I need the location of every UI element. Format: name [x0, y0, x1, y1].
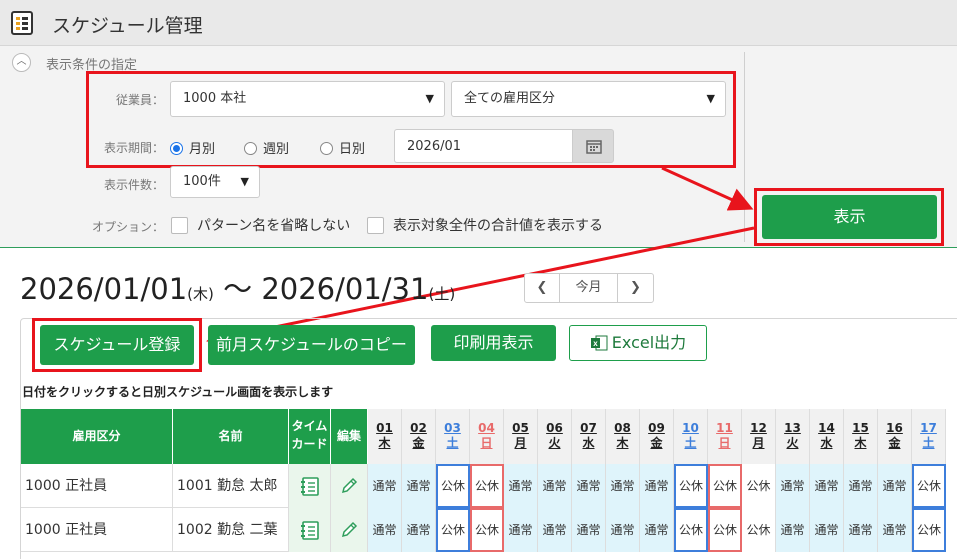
excel-icon: x — [590, 335, 608, 351]
range-start: 2026/01/01 — [20, 272, 188, 306]
schedule-cell[interactable]: 通常 — [878, 464, 912, 508]
table-row: 1000 正社員 1002 勤怠 二葉 通常 通常 公休 公休 通常 通常 通常 通常 通常 公休 公休… — [21, 508, 946, 552]
schedule-cell[interactable]: 公休 — [436, 508, 470, 552]
schedule-cell[interactable]: 公休 — [674, 508, 708, 552]
header-edit: 編集 — [331, 409, 368, 464]
schedule-cell[interactable]: 通常 — [776, 464, 810, 508]
schedule-cell[interactable]: 通常 — [640, 464, 674, 508]
schedule-cell[interactable]: 公休 — [912, 464, 946, 508]
next-month-chevron-right-icon[interactable]: ❯ — [617, 273, 654, 303]
table-hint: 日付をクリックすると日別スケジュール画面を表示します — [22, 385, 334, 399]
schedule-cell[interactable]: 通常 — [504, 464, 538, 508]
header-name: 名前 — [173, 409, 289, 464]
table-row: 1000 正社員 1001 勤怠 太郎 通常 通常 公休 公休 通常 通常 通常 通常 通常 公休 公休… — [21, 464, 946, 508]
date-header-11[interactable]: 11 日 — [708, 409, 742, 464]
schedule-cell[interactable]: 通常 — [606, 508, 640, 552]
excel-export-label: Excel出力 — [611, 333, 687, 352]
current-month-button[interactable]: 今月 — [559, 273, 618, 303]
date-range-heading: 2026/01/01(木) ～ 2026/01/31(土) — [20, 266, 455, 308]
employee-name-cell: 1002 勤怠 二葉 — [173, 508, 289, 552]
copy-previous-month-button[interactable]: 前月スケジュールのコピー — [208, 325, 415, 365]
date-header-16[interactable]: 16 金 — [878, 409, 912, 464]
schedule-cell[interactable]: 通常 — [572, 508, 606, 552]
schedule-cell[interactable]: 通常 — [606, 464, 640, 508]
edit-pencil-icon[interactable] — [331, 508, 368, 552]
print-view-button[interactable]: 印刷用表示 — [431, 325, 556, 361]
date-header-14[interactable]: 14 水 — [810, 409, 844, 464]
date-header-15[interactable]: 15 木 — [844, 409, 878, 464]
date-header-17[interactable]: 17 土 — [912, 409, 946, 464]
schedule-cell[interactable]: 公休 — [912, 508, 946, 552]
timecard-icon[interactable] — [289, 464, 331, 508]
schedule-cell[interactable]: 通常 — [810, 508, 844, 552]
schedule-cell[interactable]: 通常 — [844, 508, 878, 552]
schedule-cell[interactable]: 公休 — [436, 464, 470, 508]
schedule-cell[interactable]: 公休 — [470, 508, 504, 552]
date-header-10[interactable]: 10 土 — [674, 409, 708, 464]
employment-type-cell: 1000 正社員 — [21, 464, 173, 508]
schedule-cell[interactable]: 通常 — [538, 508, 572, 552]
employee-name-cell: 1001 勤怠 太郎 — [173, 464, 289, 508]
schedule-cell[interactable]: 公休 — [708, 508, 742, 552]
schedule-cell[interactable]: 通常 — [810, 464, 844, 508]
range-end: 2026/01/31 — [261, 272, 429, 306]
schedule-cell[interactable]: 公休 — [742, 464, 776, 508]
date-header-06[interactable]: 06 火 — [538, 409, 572, 464]
schedule-cell[interactable]: 公休 — [674, 464, 708, 508]
date-header-07[interactable]: 07 水 — [572, 409, 606, 464]
schedule-cell[interactable]: 通常 — [538, 464, 572, 508]
date-header-05[interactable]: 05 月 — [504, 409, 538, 464]
schedule-cell[interactable]: 公休 — [708, 464, 742, 508]
range-separator: ～ — [213, 272, 262, 306]
schedule-cell[interactable]: 公休 — [742, 508, 776, 552]
date-header-08[interactable]: 08 木 — [606, 409, 640, 464]
svg-text:x: x — [593, 339, 598, 348]
schedule-cell[interactable]: 通常 — [504, 508, 538, 552]
schedule-cell[interactable]: 公休 — [470, 464, 504, 508]
schedule-cell[interactable]: 通常 — [402, 464, 436, 508]
schedule-register-button[interactable]: スケジュール登録 — [40, 325, 194, 365]
schedule-cell[interactable]: 通常 — [878, 508, 912, 552]
schedule-cell[interactable]: 通常 — [776, 508, 810, 552]
range-end-dow: (土) — [428, 285, 456, 303]
schedule-cell[interactable]: 通常 — [368, 464, 402, 508]
date-header-13[interactable]: 13 火 — [776, 409, 810, 464]
range-start-dow: (木) — [187, 285, 214, 303]
schedule-cell[interactable]: 通常 — [402, 508, 436, 552]
header-type: 雇用区分 — [21, 409, 173, 464]
edit-pencil-icon[interactable] — [331, 464, 368, 508]
schedule-cell[interactable]: 通常 — [640, 508, 674, 552]
employment-type-cell: 1000 正社員 — [21, 508, 173, 552]
header-timecard: タイム カード — [289, 409, 331, 464]
date-header-03[interactable]: 03 土 — [436, 409, 470, 464]
schedule-cell[interactable]: 通常 — [368, 508, 402, 552]
timecard-icon[interactable] — [289, 508, 331, 552]
schedule-cell[interactable]: 通常 — [572, 464, 606, 508]
schedule-cell[interactable]: 通常 — [844, 464, 878, 508]
date-header-02[interactable]: 02 金 — [402, 409, 436, 464]
prev-month-chevron-left-icon[interactable]: ❮ — [524, 273, 560, 303]
date-header-09[interactable]: 09 金 — [640, 409, 674, 464]
date-header-01[interactable]: 01 木 — [368, 409, 402, 464]
date-header-12[interactable]: 12 月 — [742, 409, 776, 464]
excel-export-button[interactable]: x Excel出力 — [569, 325, 707, 361]
date-header-04[interactable]: 04 日 — [470, 409, 504, 464]
